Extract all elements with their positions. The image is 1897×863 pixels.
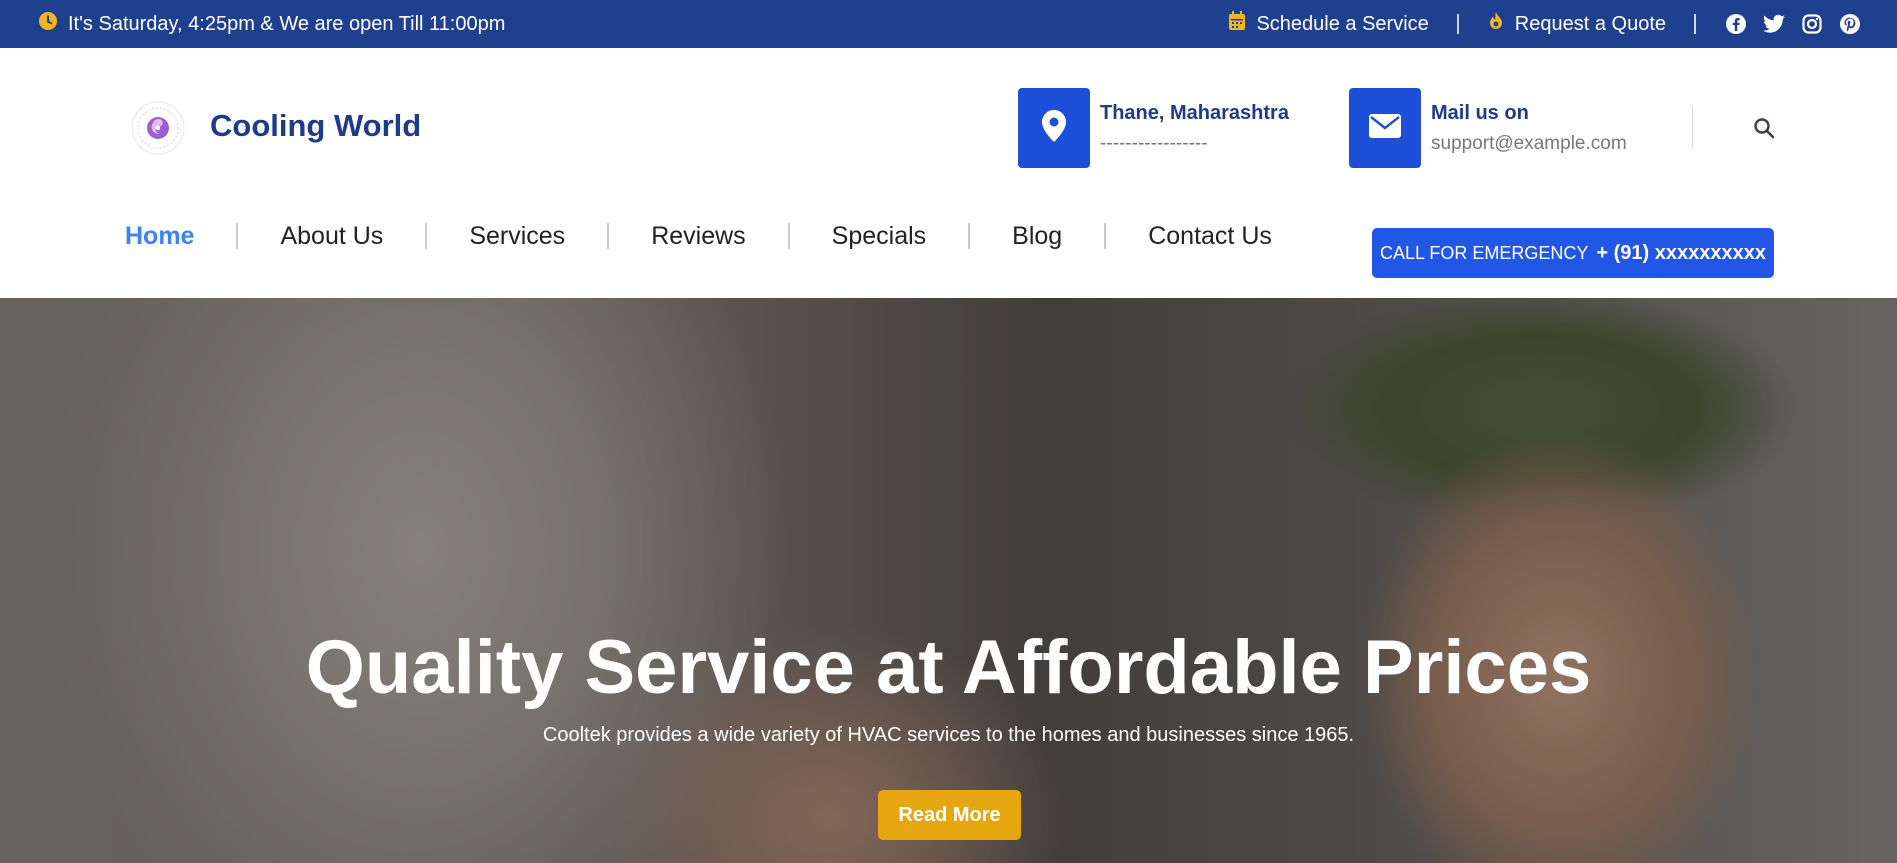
request-quote-link[interactable]: Request a Quote: [1487, 11, 1666, 37]
hero-subtitle: Cooltek provides a wide variety of HVAC …: [542, 724, 1355, 746]
nav-reviews[interactable]: Reviews: [651, 222, 745, 251]
nav-about-us[interactable]: About Us: [280, 222, 383, 251]
nav-contact-us[interactable]: Contact Us: [1148, 222, 1272, 251]
divider: [607, 223, 610, 249]
divider: [1456, 14, 1459, 34]
schedule-service-link[interactable]: Schedule a Service: [1228, 11, 1429, 37]
envelope-icon: [1369, 113, 1401, 143]
search-icon[interactable]: [1752, 116, 1776, 140]
opening-hours-text: It's Saturday, 4:25pm & We are open Till…: [68, 12, 506, 35]
nav-blog[interactable]: Blog: [1012, 222, 1062, 251]
location-title: Thane, Maharashtra: [1100, 102, 1289, 124]
flame-icon: [1487, 11, 1505, 37]
social-links: [1724, 12, 1862, 36]
schedule-service-label: Schedule a Service: [1256, 12, 1429, 35]
nav-services[interactable]: Services: [469, 222, 565, 251]
hero-title: Quality Service at Affordable Prices: [305, 625, 1592, 710]
divider: [1694, 14, 1696, 34]
opening-hours: It's Saturday, 4:25pm & We are open Till…: [38, 0, 505, 48]
mail-title: Mail us on: [1431, 102, 1529, 124]
divider: [787, 223, 790, 249]
location-icon-box: [1018, 88, 1090, 168]
location-detail: -----------------: [1100, 133, 1208, 154]
site-header: Cooling World Thane, Maharashtra -------…: [0, 48, 1897, 298]
emergency-phone: + (91) xxxxxxxxxx: [1596, 241, 1766, 264]
cooling-world-logo[interactable]: [130, 100, 186, 156]
top-bar: It's Saturday, 4:25pm & We are open Till…: [0, 0, 1897, 48]
mail-address[interactable]: support@example.com: [1431, 133, 1627, 155]
emergency-label: CALL FOR EMERGENCY: [1380, 242, 1589, 263]
nav-home[interactable]: Home: [125, 222, 194, 251]
divider: [1104, 223, 1107, 249]
clock-icon: [38, 11, 58, 37]
hero-banner: Quality Service at Affordable Prices Coo…: [0, 298, 1897, 863]
facebook-icon[interactable]: [1724, 12, 1748, 36]
pinterest-icon[interactable]: [1838, 12, 1862, 36]
nav-specials[interactable]: Specials: [832, 222, 927, 251]
read-more-button[interactable]: Read More: [878, 790, 1021, 840]
emergency-call-button[interactable]: CALL FOR EMERGENCY + (91) xxxxxxxxxx: [1372, 228, 1774, 278]
twitter-icon[interactable]: [1762, 12, 1786, 36]
request-quote-label: Request a Quote: [1514, 12, 1666, 35]
divider: [236, 223, 239, 249]
instagram-icon[interactable]: [1800, 12, 1824, 36]
divider: [968, 223, 971, 249]
hero-background-image: [0, 298, 1897, 863]
mail-info: Mail us on support@example.com: [1349, 88, 1627, 168]
location-info: Thane, Maharashtra -----------------: [1018, 88, 1289, 168]
calendar-icon: [1228, 11, 1246, 37]
mail-icon-box: [1349, 88, 1421, 168]
main-navigation: Home About Us Services Reviews Specials …: [125, 216, 1272, 256]
divider: [1692, 106, 1693, 148]
divider: [425, 223, 428, 249]
map-pin-icon: [1042, 109, 1066, 147]
brand-name[interactable]: Cooling World: [210, 108, 421, 144]
